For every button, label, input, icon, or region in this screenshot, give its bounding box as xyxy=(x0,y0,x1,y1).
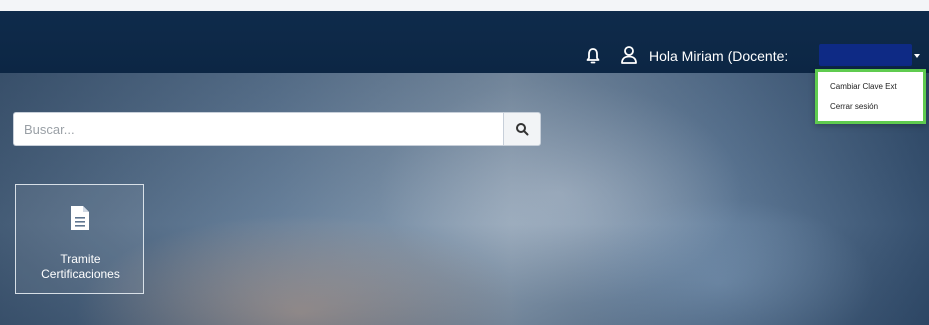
menu-item-logout[interactable]: Cerrar sesión xyxy=(830,102,878,111)
redacted-name xyxy=(819,44,912,66)
tile-label-line2: Certificaciones xyxy=(41,267,120,281)
tile-label-line1: Tramite xyxy=(60,252,101,266)
search-bar xyxy=(13,112,541,146)
search-input[interactable] xyxy=(13,112,503,146)
user-greeting[interactable]: Hola Miriam (Docente: xyxy=(649,48,788,64)
chevron-down-icon[interactable] xyxy=(914,54,920,58)
search-button[interactable] xyxy=(503,112,541,146)
tile-tramite-certificaciones[interactable]: Tramite Certificaciones xyxy=(15,184,144,294)
user-dropdown-menu: Cambiar Clave Ext Cerrar sesión xyxy=(815,69,926,124)
user-icon[interactable] xyxy=(620,45,638,65)
search-icon xyxy=(516,123,529,136)
page: Hola Miriam (Docente: Cambiar Clave Ext … xyxy=(0,0,929,325)
top-border xyxy=(0,0,929,11)
navbar: Hola Miriam (Docente: xyxy=(0,11,929,73)
menu-item-change-password[interactable]: Cambiar Clave Ext xyxy=(830,82,897,91)
bell-icon[interactable] xyxy=(585,47,601,65)
document-icon xyxy=(71,206,89,230)
tile-label: Tramite Certificaciones xyxy=(16,252,145,282)
